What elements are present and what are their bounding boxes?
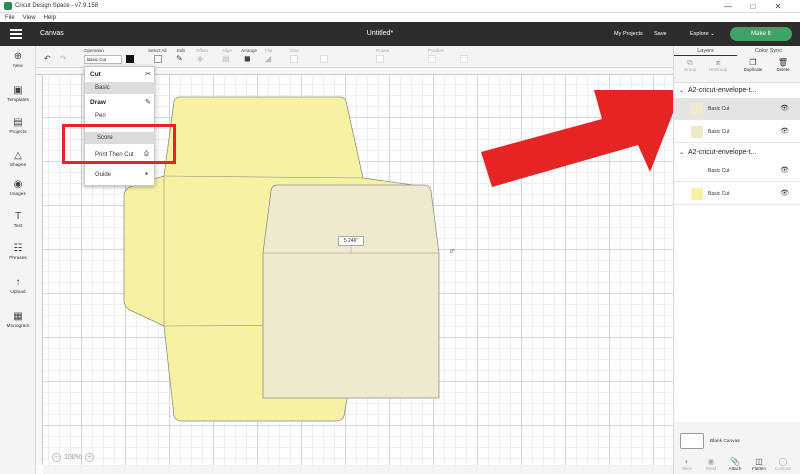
zoom-out-button[interactable]: −: [52, 453, 61, 462]
trash-icon: 🗑: [777, 58, 789, 67]
ungroup-label: UnGroup: [708, 67, 728, 72]
eye-icon[interactable]: 👁: [780, 183, 789, 205]
group-label: Group: [683, 67, 697, 72]
zoom-control: − 100% +: [52, 453, 94, 462]
layer-row[interactable]: Basic Cut 👁: [674, 160, 800, 182]
layers-list: ⌄ A2-cricut-envelope-t... Basic Cut 👁 Bas…: [674, 82, 800, 422]
zoom-level: 100%: [64, 454, 82, 461]
chevron-down-icon: ⌄: [679, 88, 685, 94]
layer-name: Basic Cut: [708, 106, 730, 112]
attach-label: Attach: [728, 466, 742, 471]
blank-canvas-label: Blank Canvas: [710, 439, 740, 444]
layer-group-name: A2-cricut-envelope-t...: [688, 87, 757, 94]
menu-item-basic-cut[interactable]: Basic: [85, 82, 156, 94]
panel-bottom-tools: ◐ Slice ◉ Weld 📎 Attach ◫ Flatten ◯ Contour: [674, 454, 800, 474]
menu-item-pen[interactable]: Pen: [85, 110, 156, 122]
delete-label: Delete: [776, 67, 790, 72]
layer-row[interactable]: Basic Cut 👁: [674, 98, 800, 120]
draw-heading: Draw: [90, 99, 106, 106]
layer-thumbnail: [691, 188, 703, 200]
flatten-button[interactable]: ◫ Flatten: [748, 457, 770, 471]
contour-label: Contour: [774, 466, 791, 471]
pen-icon: ✎: [145, 99, 151, 106]
flatten-icon: ◫: [755, 457, 763, 466]
group-button[interactable]: ⧉ Group: [677, 58, 703, 72]
layer-group-name: A2-cricut-envelope-t...: [688, 149, 757, 156]
eye-icon[interactable]: 👁: [780, 160, 789, 182]
guide-icon: ●: [145, 171, 149, 177]
chevron-down-icon: ⌄: [679, 150, 685, 156]
layer-name: Basic Cut: [708, 129, 730, 135]
layer-row[interactable]: Basic Cut 👁: [674, 121, 800, 143]
blank-canvas-swatch[interactable]: [680, 433, 704, 449]
layer-thumbnail: [691, 103, 703, 115]
cut-heading: Cut: [90, 71, 101, 78]
duplicate-label: Duplicate: [743, 67, 763, 72]
attach-icon: 📎: [730, 457, 740, 466]
flatten-label: Flatten: [752, 466, 766, 471]
eye-icon[interactable]: 👁: [780, 98, 789, 120]
layer-name: Basic Cut: [708, 168, 730, 174]
duplicate-button[interactable]: ❐ Duplicate: [740, 58, 766, 72]
score-highlight-box: [62, 124, 176, 164]
eye-icon[interactable]: 👁: [780, 121, 789, 143]
tab-layers[interactable]: Layers: [674, 46, 737, 56]
group-icon: ⧉: [687, 58, 693, 67]
layer-row[interactable]: Basic Cut 👁: [674, 183, 800, 205]
contour-icon: ◯: [778, 457, 788, 466]
slice-button[interactable]: ◐ Slice: [676, 457, 698, 471]
layer-group[interactable]: ⌄ A2-cricut-envelope-t...: [674, 84, 800, 98]
delete-button[interactable]: 🗑 Delete: [770, 58, 796, 72]
scissors-icon: ✂: [145, 71, 151, 78]
layer-thumbnail: [691, 165, 703, 177]
slice-icon: ◐: [684, 457, 690, 466]
tab-color-sync[interactable]: Color Sync: [737, 46, 800, 56]
red-annotation-arrow: [481, 90, 682, 187]
ungroup-icon: ⧈: [715, 58, 721, 67]
attach-button[interactable]: 📎 Attach: [724, 457, 746, 471]
slice-label: Slice: [682, 466, 692, 471]
weld-label: Weld: [705, 466, 717, 471]
zoom-in-button[interactable]: +: [84, 453, 94, 462]
contour-button[interactable]: ◯ Contour: [772, 457, 794, 471]
duplicate-icon: ❐: [749, 58, 757, 67]
weld-button[interactable]: ◉ Weld: [700, 457, 722, 471]
layer-thumbnail: [691, 126, 703, 138]
weld-icon: ◉: [707, 457, 715, 466]
ungroup-button[interactable]: ⧈ UnGroup: [705, 58, 731, 72]
layers-panel: Layers Color Sync ⧉ Group ⧈ UnGroup ❐ Dupli…: [673, 46, 800, 474]
rotation-label: 0°: [450, 249, 455, 255]
envelope-cream-front[interactable]: [262, 184, 440, 399]
layer-name: Basic Cut: [708, 191, 730, 197]
dimension-label: 5.246": [338, 236, 364, 246]
layer-group[interactable]: ⌄ A2-cricut-envelope-t...: [674, 146, 800, 160]
